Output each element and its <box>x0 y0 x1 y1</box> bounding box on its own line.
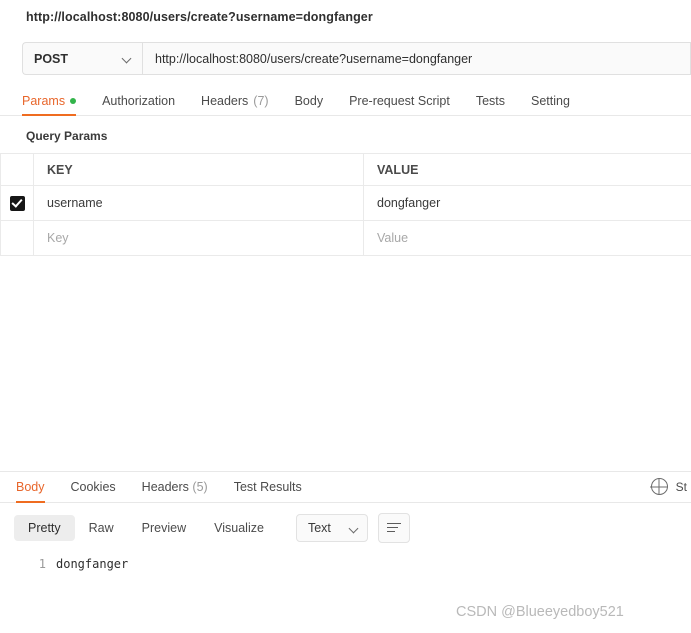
tab-tests[interactable]: Tests <box>476 94 519 115</box>
param-value-text: dongfanger <box>377 196 441 210</box>
method-select[interactable]: POST <box>22 42 142 75</box>
watermark: CSDN @Blueeyedboy521 <box>456 604 624 620</box>
column-header-value: VALUE <box>363 153 691 186</box>
param-value-input[interactable]: dongfanger <box>363 185 691 221</box>
tab-authorization-label: Authorization <box>102 94 176 108</box>
checkbox-checked-icon[interactable] <box>9 195 25 211</box>
tab-authorization[interactable]: Authorization <box>102 94 189 115</box>
tab-pre-request-script-label: Pre-request Script <box>349 94 450 108</box>
url-bar: POST http://localhost:8080/users/create?… <box>0 34 691 85</box>
param-key-text: username <box>47 196 103 210</box>
chevron-down-icon <box>350 524 359 533</box>
tab-params[interactable]: Params <box>22 94 90 116</box>
response-view-toolbar: Pretty Raw Preview Visualize Text <box>0 503 691 543</box>
response-tabs: Body Cookies Headers (5) Test Results St <box>0 472 691 503</box>
method-label: POST <box>34 51 69 66</box>
globe-icon <box>650 478 668 495</box>
tab-settings[interactable]: Setting <box>531 94 584 115</box>
new-param-key-placeholder: Key <box>47 231 69 245</box>
request-title: http://localhost:8080/users/create?usern… <box>26 10 373 24</box>
response-tab-headers-label: Headers <box>141 480 189 494</box>
tab-tests-label: Tests <box>475 94 505 108</box>
new-param-value-placeholder: Value <box>377 231 409 245</box>
view-mode-visualize[interactable]: Visualize <box>200 515 278 541</box>
wrap-lines-icon <box>386 523 401 533</box>
chevron-down-icon <box>123 54 132 63</box>
request-title-bar: http://localhost:8080/users/create?usern… <box>0 0 691 34</box>
request-empty-area <box>0 256 691 471</box>
window-crop-edge <box>608 0 691 39</box>
tab-body-label: Body <box>294 94 324 108</box>
row-checkbox-cell[interactable] <box>0 185 34 221</box>
tab-settings-label: Setting <box>531 94 570 108</box>
request-tabs: Params Authorization Headers (7) Body Pr… <box>0 87 691 116</box>
params-modified-dot-icon <box>70 98 77 104</box>
url-text: http://localhost:8080/users/create?usern… <box>155 51 473 66</box>
tab-body[interactable]: Body <box>295 94 338 115</box>
new-param-value-input[interactable]: Value <box>363 220 691 256</box>
response-status-text: St <box>675 479 687 494</box>
response-tab-headers-count: (5) <box>192 480 208 494</box>
response-type-select[interactable]: Text <box>295 514 368 542</box>
response-tab-cookies[interactable]: Cookies <box>71 480 116 502</box>
param-key-input[interactable]: username <box>33 185 364 221</box>
response-status-area: St <box>650 478 691 495</box>
view-mode-preview[interactable]: Preview <box>128 515 200 541</box>
line-number: 1 <box>38 557 46 571</box>
column-header-check <box>0 153 34 186</box>
response-tab-test-results-label: Test Results <box>233 480 302 494</box>
response-body-line: dongfanger <box>56 557 129 571</box>
table-row: username dongfanger <box>0 185 691 221</box>
table-header-row: KEY VALUE <box>0 153 691 186</box>
new-param-key-input[interactable]: Key <box>33 220 364 256</box>
response-tab-cookies-label: Cookies <box>70 480 116 494</box>
response-tab-headers[interactable]: Headers (5) <box>142 480 208 502</box>
view-mode-raw[interactable]: Raw <box>75 515 128 541</box>
url-input[interactable]: http://localhost:8080/users/create?usern… <box>142 42 691 75</box>
table-row-new: Key Value <box>0 220 691 256</box>
response-body-viewer: 1 dongfanger <box>0 557 691 571</box>
tab-pre-request-script[interactable]: Pre-request Script <box>349 94 464 115</box>
postman-window: http://localhost:8080/users/create?usern… <box>0 0 691 633</box>
tab-headers[interactable]: Headers (7) <box>201 94 283 115</box>
tab-params-label: Params <box>22 94 66 108</box>
new-row-checkbox-cell[interactable] <box>0 220 34 256</box>
tab-headers-label: Headers <box>201 94 249 108</box>
tab-headers-count: (7) <box>253 94 269 108</box>
wrap-lines-button[interactable] <box>377 513 410 543</box>
response-tab-body-label: Body <box>16 480 45 494</box>
response-tab-body[interactable]: Body <box>16 480 45 503</box>
response-tab-test-results[interactable]: Test Results <box>234 480 302 502</box>
view-mode-pretty[interactable]: Pretty <box>14 515 75 541</box>
query-params-title: Query Params <box>26 129 108 143</box>
response-type-label: Text <box>307 521 331 535</box>
query-params-table: KEY VALUE username dongfanger Key Value <box>0 153 691 256</box>
column-header-key: KEY <box>33 153 364 186</box>
